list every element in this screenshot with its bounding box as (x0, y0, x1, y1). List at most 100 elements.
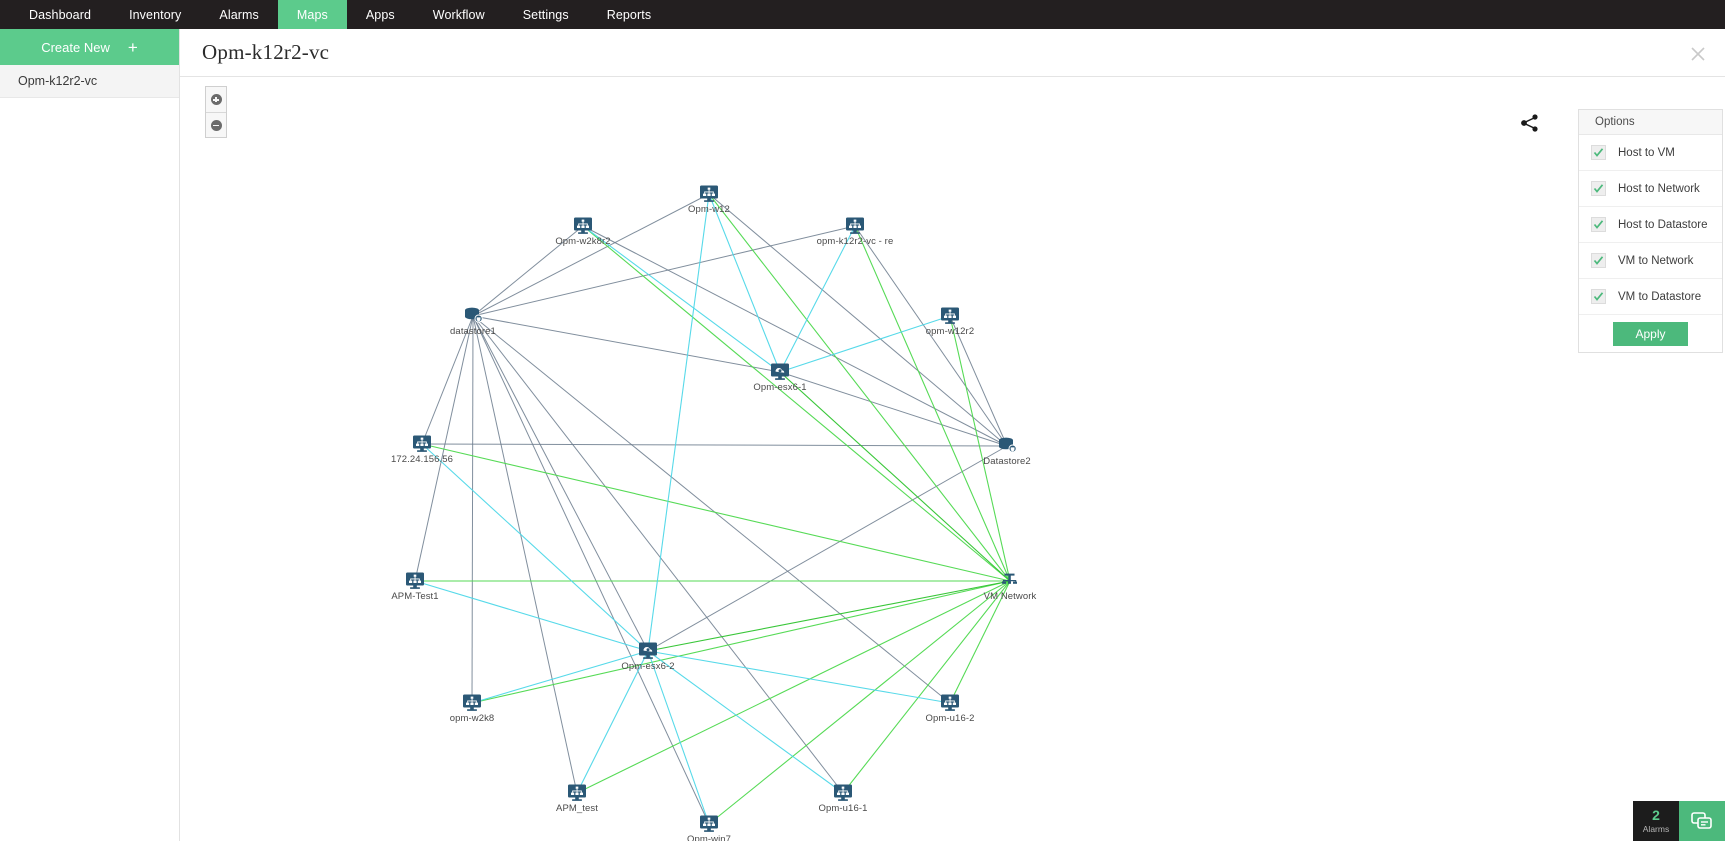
graph-edge (779, 371, 1011, 582)
vm-icon (573, 217, 593, 234)
graph-edge (421, 443, 1011, 582)
map-node-label: opm-k12r2-vc - re (816, 236, 894, 247)
nav-item-settings[interactable]: Settings (504, 0, 588, 29)
plus-icon: + (127, 37, 138, 57)
checkbox-host-to-datastore[interactable] (1591, 217, 1606, 232)
datastore-icon (997, 437, 1017, 454)
zoom-in-button[interactable] (206, 87, 226, 112)
graph-edge (472, 225, 856, 317)
option-label: VM to Datastore (1618, 290, 1702, 303)
map-node-label: opm-w12r2 (925, 326, 975, 337)
chat-icon (1691, 812, 1712, 829)
map-node-label: Opm-esx6-2 (621, 661, 675, 672)
graph-edge (576, 580, 1011, 794)
option-label: VM to Network (1618, 254, 1694, 267)
checkbox-host-to-vm[interactable] (1591, 145, 1606, 160)
graph-edge (471, 650, 649, 704)
apply-button[interactable]: Apply (1613, 321, 1688, 346)
map-node-label: Datastore2 (983, 456, 1031, 467)
vm-icon (940, 694, 960, 711)
vm-icon (699, 815, 719, 832)
zoom-out-icon (210, 119, 222, 131)
map-node-label: APM_test (556, 803, 598, 814)
zoom-controls (205, 86, 227, 138)
map-node-label: Opm-u16-2 (925, 713, 975, 724)
nav-item-inventory[interactable]: Inventory (110, 0, 200, 29)
vm-icon (405, 572, 425, 589)
option-row: VM to Network (1579, 243, 1722, 279)
check-icon (1593, 148, 1604, 157)
graph-edge (472, 315, 649, 652)
page-title: Opm-k12r2-vc (202, 40, 330, 64)
apply-row: Apply (1579, 315, 1722, 352)
graph-edge (854, 225, 1011, 582)
option-row: VM to Datastore (1579, 279, 1722, 315)
graph-edge (582, 225, 1011, 582)
map-list: Opm-k12r2-vc (0, 65, 179, 98)
graph-edge (779, 315, 951, 373)
create-new-label: Create New (41, 39, 110, 55)
graph-edge (470, 315, 475, 704)
nav-item-reports[interactable]: Reports (588, 0, 670, 29)
graph-edge (647, 650, 844, 794)
graph-edge (708, 580, 1011, 825)
option-row: Host to Datastore (1579, 207, 1722, 243)
check-icon (1593, 184, 1604, 193)
host-icon (770, 363, 790, 380)
option-label: Host to Datastore (1618, 218, 1708, 231)
checkbox-host-to-network[interactable] (1591, 181, 1606, 196)
nav-item-maps[interactable]: Maps (277, 0, 347, 29)
graph-edge (647, 580, 1011, 652)
map-node-label: 172.24.156.56 (390, 454, 454, 465)
option-label: Host to Network (1618, 182, 1700, 195)
option-row: Host to VM (1579, 135, 1722, 171)
nav-item-workflow[interactable]: Workflow (414, 0, 504, 29)
option-label: Host to VM (1618, 146, 1675, 159)
close-icon[interactable] (1689, 45, 1707, 63)
graph-edge (779, 371, 1008, 447)
check-icon (1593, 220, 1604, 229)
check-icon (1593, 256, 1604, 265)
vm-icon (940, 307, 960, 324)
check-icon (1593, 292, 1604, 301)
nav-item-dashboard[interactable]: Dashboard (10, 0, 110, 29)
graph-edge (472, 315, 781, 374)
map-node-label: Opm-u16-1 (818, 803, 868, 814)
nav-item-alarms[interactable]: Alarms (200, 0, 278, 29)
alarm-label: Alarms (1642, 823, 1670, 834)
alarms-badge[interactable]: 2 Alarms (1633, 801, 1679, 841)
map-node-label: Opm-win7 (686, 834, 732, 841)
map-canvas[interactable]: Opm-w12 Opm-w2k8r2 opm-k12r2-vc - re opm-w1… (180, 78, 1725, 841)
map-node-label: APM-Test1 (391, 591, 439, 602)
graph-edge (647, 193, 710, 652)
share-icon[interactable] (1520, 113, 1540, 133)
vm-icon (462, 694, 482, 711)
host-icon (638, 642, 658, 659)
map-node-label: Opm-w12 (688, 204, 730, 215)
zoom-out-button[interactable] (206, 112, 226, 137)
graph-edge (421, 442, 1008, 447)
vm-icon (699, 185, 719, 202)
chat-button[interactable] (1679, 801, 1725, 841)
vm-icon (845, 217, 865, 234)
create-new-button[interactable]: Create New + (0, 29, 179, 65)
network-icon (1000, 572, 1020, 589)
map-node-label: VM Network (983, 591, 1037, 602)
checkbox-vm-to-datastore[interactable] (1591, 289, 1606, 304)
alarm-count: 2 (1652, 806, 1660, 823)
left-sidebar: Create New + Opm-k12r2-vc (0, 29, 180, 841)
options-rows: Host to VM Host to Network Host to Datasto… (1579, 135, 1722, 315)
options-panel: Options Host to VM Host to Network Host to… (1578, 109, 1723, 353)
main-panel: Opm-k12r2-vc Opm-w12 Opm-w2k8r2 opm-k12r2- (180, 29, 1725, 841)
graph-edge (647, 650, 951, 704)
map-node-label: datastore1 (450, 326, 496, 337)
checkbox-vm-to-network[interactable] (1591, 253, 1606, 268)
graph-edge (647, 650, 710, 825)
vm-icon (833, 784, 853, 801)
graph-edge (472, 193, 710, 317)
datastore-icon (463, 307, 483, 324)
top-navigation-bar: Dashboard Inventory Alarms Maps Apps Workflow… (0, 0, 1725, 29)
nav-item-apps[interactable]: Apps (347, 0, 414, 29)
zoom-in-icon (210, 94, 222, 105)
map-list-item[interactable]: Opm-k12r2-vc (0, 65, 179, 98)
